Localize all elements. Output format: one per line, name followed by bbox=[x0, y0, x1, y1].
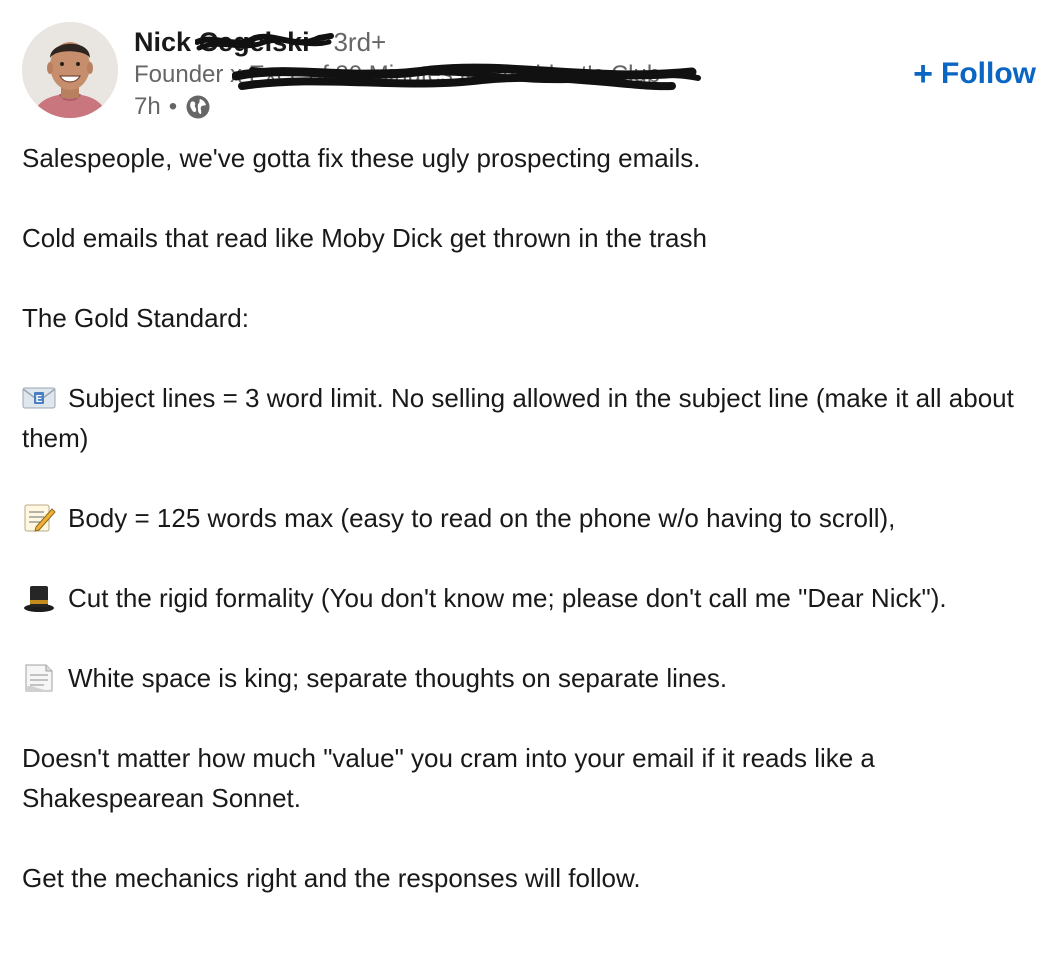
plus-icon: + bbox=[913, 55, 934, 93]
post-paragraph-text: Cut the rigid formality (You don't know … bbox=[68, 583, 947, 613]
memo-icon bbox=[24, 504, 56, 532]
linkedin-post: Nick Cegelski • 3rd+ Founder x Exec of 3… bbox=[0, 0, 1056, 956]
post-paragraph: Doesn't matter how much "value" you cram… bbox=[22, 743, 875, 813]
post-paragraph: Salespeople, we've gotta fix these ugly … bbox=[22, 143, 701, 173]
page-icon bbox=[25, 664, 53, 692]
post-paragraph: The Gold Standard: bbox=[22, 303, 249, 333]
svg-text:E: E bbox=[36, 394, 43, 405]
post-meta: 7h • bbox=[134, 92, 211, 122]
post-time: 7h bbox=[134, 93, 161, 120]
author-first-name[interactable]: Nick bbox=[134, 27, 191, 57]
email-icon: E bbox=[22, 387, 56, 409]
author-name[interactable]: Nick Cegelski • 3rd+ bbox=[134, 26, 386, 58]
follow-button[interactable]: + Follow bbox=[913, 56, 1036, 92]
headline-redaction-scribble bbox=[232, 63, 701, 91]
post-paragraph: E Subject lines = 3 word limit. No selli… bbox=[22, 378, 1032, 458]
post-paragraph-text: Subject lines = 3 word limit. No selling… bbox=[22, 383, 1014, 453]
post-paragraph-text: Body = 125 words max (easy to read on th… bbox=[68, 503, 896, 533]
redaction-scribble bbox=[194, 33, 334, 51]
avatar-image bbox=[22, 22, 118, 118]
globe-icon bbox=[186, 95, 210, 119]
post-paragraph: Body = 125 words max (easy to read on th… bbox=[22, 498, 1032, 538]
post-paragraph: Cut the rigid formality (You don't know … bbox=[22, 578, 1032, 618]
top-hat-icon bbox=[24, 586, 54, 612]
follow-label: Follow bbox=[941, 57, 1036, 90]
author-last-name-redacted: Cegelski bbox=[194, 26, 334, 58]
post-paragraph-text: White space is king; separate thoughts o… bbox=[68, 663, 728, 693]
meta-separator: • bbox=[168, 93, 178, 120]
avatar[interactable] bbox=[22, 22, 118, 118]
post-paragraph: Get the mechanics right and the response… bbox=[22, 863, 641, 893]
post-paragraph: Cold emails that read like Moby Dick get… bbox=[22, 223, 707, 253]
post-paragraph: White space is king; separate thoughts o… bbox=[22, 658, 1032, 698]
post-body: Salespeople, we've gotta fix these ugly … bbox=[22, 138, 1032, 898]
